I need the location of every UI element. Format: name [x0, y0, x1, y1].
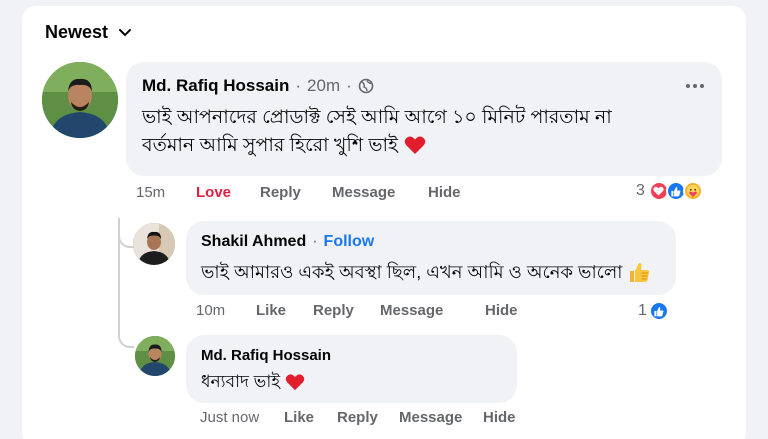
follow-button[interactable]: Follow — [324, 233, 375, 251]
action-time[interactable]: 10m — [196, 302, 256, 319]
separator-dot: · — [295, 76, 302, 95]
globe-icon — [358, 78, 374, 94]
comment-text-line: বর্তমান আমি সুপার হিরো খুশি ভাই — [142, 134, 398, 156]
action-time[interactable]: 15m — [136, 184, 196, 201]
comment-bubble: Md. Rafiq Hossain · 20m · ভাই আপনাদের প্… — [126, 62, 722, 176]
message-button[interactable]: Message — [399, 409, 483, 426]
reply-actions: Just now Like Reply Message Hide — [200, 409, 516, 426]
avatar[interactable] — [135, 336, 175, 376]
reaction-summary[interactable]: 1 — [638, 301, 669, 321]
comment-text-line: ভাই আপনাদের প্রোডাক্ট সেই আমি আগে ১০ মিন… — [142, 107, 612, 128]
reply-text: ধন্যবাদ ভাই — [201, 372, 281, 391]
reaction-count: 1 — [638, 302, 647, 319]
message-button[interactable]: Message — [332, 184, 428, 201]
reply-actions: 10m Like Reply Message Hide — [196, 302, 518, 319]
comment-actions: 15m Love Reply Message Hide — [136, 184, 461, 201]
like-button[interactable]: Like — [284, 409, 337, 426]
reaction-count: 3 — [636, 182, 645, 199]
love-button[interactable]: Love — [196, 184, 260, 201]
sort-dropdown[interactable]: Newest — [45, 22, 132, 43]
hide-button[interactable]: Hide — [483, 409, 516, 426]
reply-button[interactable]: Reply — [313, 302, 380, 319]
reply-author[interactable]: Md. Rafiq Hossain — [201, 347, 331, 364]
care-reaction-icon — [682, 181, 703, 201]
heart-emoji-icon — [404, 136, 426, 155]
separator-dot: · — [312, 233, 318, 250]
reaction-summary[interactable]: 3 — [636, 181, 703, 201]
comment-author[interactable]: Md. Rafiq Hossain — [142, 76, 289, 96]
separator-dot: · — [346, 76, 352, 95]
thread-line-branch — [118, 218, 134, 248]
hide-button[interactable]: Hide — [428, 184, 461, 201]
reply-bubble: Shakil Ahmed · Follow ভাই আমারও একই অবস্… — [186, 221, 676, 295]
like-button[interactable]: Like — [256, 302, 313, 319]
heart-emoji-icon — [285, 374, 305, 391]
reply-button[interactable]: Reply — [337, 409, 399, 426]
avatar[interactable] — [133, 223, 175, 265]
action-time[interactable]: Just now — [200, 409, 284, 426]
hide-button[interactable]: Hide — [485, 302, 518, 319]
message-button[interactable]: Message — [380, 302, 485, 319]
like-reaction-icon — [648, 301, 669, 321]
reply-bubble: Md. Rafiq Hossain ধন্যবাদ ভাই — [186, 335, 517, 403]
chevron-down-icon — [119, 28, 132, 36]
sort-label: Newest — [45, 22, 109, 42]
thumbs-up-emoji-icon — [629, 262, 649, 283]
more-options-icon[interactable] — [686, 78, 704, 94]
comment-age[interactable]: 20m — [307, 76, 340, 96]
reply-author[interactable]: Shakil Ahmed — [201, 233, 306, 251]
reply-text: ভাই আমারও একই অবস্থা ছিল, এখন আমি ও অনেক… — [201, 262, 623, 282]
avatar[interactable] — [42, 62, 118, 138]
reply-button[interactable]: Reply — [260, 184, 332, 201]
